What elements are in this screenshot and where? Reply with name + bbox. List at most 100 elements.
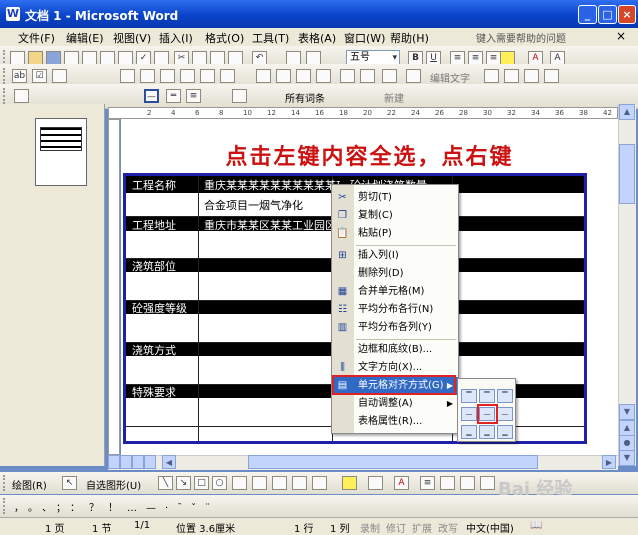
eraser-icon[interactable] [340, 69, 355, 83]
menu-item-table-properties[interactable]: 表格属性(R)... [332, 413, 458, 431]
ruler-button-icon[interactable]: — [144, 89, 159, 103]
page-thumbnail[interactable] [35, 118, 87, 186]
font-color-icon[interactable]: A [528, 51, 543, 65]
highlight-icon[interactable] [500, 51, 515, 65]
copy-icon[interactable] [192, 51, 207, 65]
menu-item-borders-shading[interactable]: 边框和底纹(B)... [332, 341, 458, 359]
scroll-left-button[interactable]: ◀ [162, 455, 176, 469]
draw-table-icon[interactable] [296, 69, 311, 83]
close-button[interactable]: × [618, 5, 636, 24]
hyperlink-icon[interactable] [286, 51, 301, 65]
menu-view[interactable]: 视图(V) [113, 30, 151, 46]
menu-item-distribute-rows[interactable]: ☷ 平均分布各行(N) [332, 301, 458, 319]
edit-text-button[interactable]: 编辑文字 [430, 70, 470, 85]
textbox-icon[interactable] [232, 476, 247, 490]
spelling-status-icon[interactable]: 📖 [530, 520, 542, 531]
arrow-style-icon[interactable] [460, 476, 475, 490]
minimize-button[interactable]: _ [578, 5, 597, 24]
symbol-buttons[interactable]: ，。、；：？！…—·ˉˇ¨ [14, 499, 219, 514]
clip-art-icon[interactable] [312, 476, 327, 490]
format-painter-icon[interactable] [228, 51, 243, 65]
picture-icon[interactable] [120, 69, 135, 83]
border-line-icon[interactable] [276, 69, 291, 83]
browse-object-button[interactable]: ● [619, 435, 635, 451]
wordart-icon[interactable] [406, 69, 421, 83]
next-page-button[interactable]: ▼ [619, 450, 635, 466]
paste-icon[interactable] [210, 51, 225, 65]
ink-icon[interactable] [232, 89, 247, 103]
align-left-icon[interactable]: ≡ [450, 51, 465, 65]
shadow-style-icon[interactable] [480, 476, 495, 490]
align-middle-left-icon[interactable]: — [461, 407, 477, 421]
menu-edit[interactable]: 编辑(E) [66, 30, 104, 46]
list-box-icon[interactable] [180, 69, 195, 83]
line-icon[interactable]: ╲ [158, 476, 173, 490]
menu-item-paste[interactable]: 📋 粘贴(P) [332, 225, 458, 243]
align-middle-right-icon[interactable]: — [497, 407, 513, 421]
web-layout-view-button[interactable] [120, 455, 132, 469]
undo-icon[interactable]: ↶ [252, 51, 267, 65]
email-icon[interactable] [82, 51, 97, 65]
cut-icon[interactable]: ✂ [174, 51, 189, 65]
diagram-icon[interactable] [292, 476, 307, 490]
align-bottom-left-icon[interactable]: ▁ [461, 425, 477, 439]
text-field-icon[interactable]: ab [12, 69, 27, 83]
vertical-ruler[interactable] [108, 119, 120, 455]
scroll-bar-icon[interactable] [200, 69, 215, 83]
fill-color-icon[interactable] [342, 476, 357, 490]
research-icon[interactable] [154, 51, 169, 65]
menu-item-autofit[interactable]: 自动调整(A) ▶ [332, 395, 458, 413]
new-button[interactable]: 新建 [384, 90, 404, 105]
new-document-icon[interactable] [10, 51, 25, 65]
wordart-shape-icon[interactable] [524, 69, 539, 83]
menu-item-merge-cells[interactable]: ▦ 合并单元格(M) [332, 283, 458, 301]
align-top-left-icon[interactable]: ▔ [461, 389, 477, 403]
menu-item-insert-column[interactable]: ⊞ 插入列(I) [332, 247, 458, 265]
menu-table[interactable]: 表格(A) [298, 30, 336, 46]
table-align-icon[interactable] [382, 69, 397, 83]
menu-item-copy[interactable]: ❐ 复制(C) [332, 207, 458, 225]
option-button-icon[interactable] [140, 69, 155, 83]
status-rec[interactable]: 录制 [360, 520, 380, 535]
scroll-thumb[interactable] [619, 144, 635, 204]
close-document-button[interactable]: × [616, 29, 626, 43]
print-layout-view-button[interactable] [132, 455, 144, 469]
double-line-icon[interactable]: ═ [166, 89, 181, 103]
vertical-scrollbar[interactable]: ▲ ▼ ▲ ● ▼ [618, 104, 636, 466]
previous-page-button[interactable]: ▲ [619, 420, 635, 436]
align-top-center-icon[interactable]: ▔ [479, 389, 495, 403]
vertical-textbox-icon[interactable] [252, 476, 267, 490]
rectangle-icon[interactable]: □ [194, 476, 209, 490]
save-icon[interactable] [46, 51, 61, 65]
toolbar-grip[interactable] [3, 475, 8, 491]
permission-icon[interactable] [64, 51, 79, 65]
line-style-icon[interactable] [256, 69, 271, 83]
scroll-up-button[interactable]: ▲ [619, 104, 635, 120]
checkbox-icon[interactable]: ☑ [32, 69, 47, 83]
autoshapes-button[interactable]: 自选图形(U) [86, 477, 141, 492]
scroll-down-button[interactable]: ▼ [619, 404, 635, 420]
triple-line-icon[interactable]: ≡ [186, 89, 201, 103]
select-objects-icon[interactable]: ↖ [62, 476, 77, 490]
wordart-gallery-icon[interactable] [484, 69, 499, 83]
grow-font-icon[interactable]: A [550, 51, 565, 65]
menu-file[interactable]: 文件(F) [18, 30, 55, 46]
dropdown-field-icon[interactable] [52, 69, 67, 83]
draw-menu-button[interactable]: 绘图(R) [12, 477, 47, 492]
status-extend[interactable]: 扩展 [412, 520, 432, 535]
font-color-draw-icon[interactable]: A [394, 476, 409, 490]
show-entries-dropdown[interactable]: 所有词条 [285, 90, 325, 105]
spelling-icon[interactable]: ✓ [136, 51, 151, 65]
horizontal-scrollbar[interactable]: ◀ ▶ [108, 455, 618, 470]
wordart-same-height-icon[interactable] [544, 69, 559, 83]
align-top-right-icon[interactable]: ▔ [497, 389, 513, 403]
menu-item-distribute-columns[interactable]: ▥ 平均分布各列(Y) [332, 319, 458, 337]
combo-box-icon[interactable] [160, 69, 175, 83]
scroll-right-button[interactable]: ▶ [602, 455, 616, 469]
format-wordart-icon[interactable] [504, 69, 519, 83]
line-color-icon[interactable] [368, 476, 383, 490]
label-control-icon[interactable] [220, 69, 235, 83]
shading-icon[interactable] [360, 69, 375, 83]
help-question-box[interactable]: 键入需要帮助的问题 [476, 30, 566, 45]
menu-insert[interactable]: 插入(I) [159, 30, 193, 46]
